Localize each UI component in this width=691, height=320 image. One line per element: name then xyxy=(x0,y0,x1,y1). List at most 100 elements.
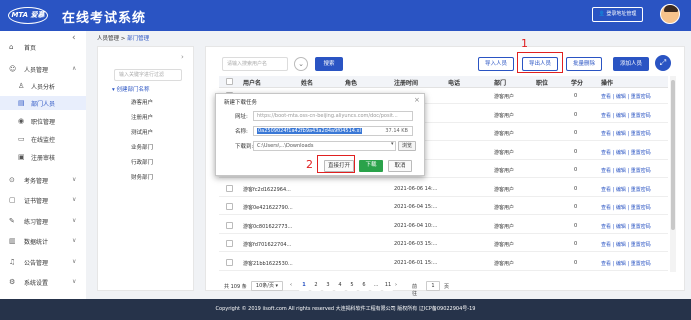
prev-page-icon[interactable]: ‹ xyxy=(290,282,292,288)
page-unit: 页 xyxy=(444,284,450,290)
add-user-button[interactable]: 添加人员 xyxy=(613,57,649,71)
file-size: 37.14 KB xyxy=(385,128,408,134)
cell-credit: 0 xyxy=(574,241,578,247)
tree-filter-input[interactable]: 输入关键字进行过滤 xyxy=(114,69,182,81)
tree-node[interactable]: 业务部门 xyxy=(131,143,153,151)
page-button[interactable]: 4 xyxy=(335,281,345,291)
sidebar-item-4[interactable]: ◉ 职位管理 xyxy=(0,114,86,128)
row-actions[interactable]: 查看 | 编辑 | 重置密码 xyxy=(601,204,651,211)
row-actions[interactable]: 查看 | 编辑 | 重置密码 xyxy=(601,186,651,193)
sidebar-item-1[interactable]: ☺ 人员管理 ∧ xyxy=(0,62,86,76)
cancel-button[interactable]: 取消 xyxy=(388,160,412,172)
next-page-icon[interactable]: › xyxy=(395,282,397,288)
cell-username: 游客fd701622704... xyxy=(243,242,292,248)
tree-node[interactable]: 测试用户 xyxy=(131,128,153,136)
search-input[interactable]: 请输入搜索用户名 xyxy=(222,57,288,71)
row-checkbox[interactable] xyxy=(226,240,233,247)
row-checkbox[interactable] xyxy=(226,203,233,210)
sidebar-item-12[interactable]: ⚙ 系统设置 ∨ xyxy=(0,275,86,289)
tree-node[interactable]: 财务部门 xyxy=(131,173,153,181)
cell-credit: 0 xyxy=(574,259,578,266)
sidebar-item-0[interactable]: ⌂ 首页 xyxy=(0,40,86,54)
import-button[interactable]: 导入人员 xyxy=(478,57,514,71)
cell-register-time: 2021-06-04 15:... xyxy=(394,204,438,210)
row-actions[interactable]: 查看 | 编辑 | 重置密码 xyxy=(601,130,651,137)
cell-register-time: 2021-06-01 15:... xyxy=(394,259,438,266)
row-actions[interactable]: 查看 | 编辑 | 重置密码 xyxy=(601,112,651,119)
marker-2: 2 xyxy=(306,158,313,171)
row-actions[interactable]: 查看 | 编辑 | 重置密码 xyxy=(601,241,651,248)
sidebar-item-label: 练习管理 xyxy=(24,219,49,226)
cell-username: 游客fc2d1622964... xyxy=(243,186,291,193)
marker-1: 1 xyxy=(521,37,528,50)
page-button[interactable]: 5 xyxy=(347,281,357,291)
page-button[interactable]: 6 xyxy=(359,281,369,291)
browse-button[interactable]: 浏览 xyxy=(398,141,416,151)
chevron-right-icon[interactable]: › xyxy=(181,53,184,61)
sidebar-item-10[interactable]: ▥ 数据统计 ∨ xyxy=(0,234,86,248)
search-button[interactable]: 搜索 xyxy=(315,57,343,71)
page-button[interactable]: 3 xyxy=(323,281,333,291)
sidebar-item-5[interactable]: ▭ 在线监控 xyxy=(0,132,86,146)
avatar[interactable] xyxy=(660,4,680,24)
row-actions[interactable]: 查看 | 编辑 | 重置密码 xyxy=(601,260,651,267)
cell-department: 游客用户 xyxy=(494,186,515,193)
row-checkbox[interactable] xyxy=(226,184,233,192)
close-icon[interactable]: × xyxy=(414,96,420,104)
cell-department: 游客用户 xyxy=(494,94,515,100)
row-checkbox[interactable] xyxy=(226,221,233,229)
dialog-title: 新建下载任务 xyxy=(224,100,258,106)
download-button[interactable]: 下载 xyxy=(359,160,383,172)
cell-credit: 0 xyxy=(574,167,578,173)
cell-department: 游客用户 xyxy=(494,205,515,211)
sidebar-item-9[interactable]: ✎ 练习管理 ∨ xyxy=(0,214,86,228)
sidebar-item-label: 证书管理 xyxy=(24,198,49,205)
tree-node[interactable]: 游客用户 xyxy=(131,98,153,106)
chevron-down-icon[interactable]: ▾ xyxy=(391,141,395,151)
login-address-button[interactable]: 👤 登录地址管理 xyxy=(592,7,643,22)
table-row: 游客0e421622790... 2021-06-04 15:... 游客用户 0 查看… xyxy=(219,199,668,215)
select-all-checkbox[interactable] xyxy=(226,78,233,85)
tree-node[interactable]: 注册用户 xyxy=(131,113,153,121)
sidebar-item-2[interactable]: ♙ 人员分析 xyxy=(0,79,86,93)
table-scrollbar[interactable] xyxy=(670,76,676,272)
batch-delete-button[interactable]: 批量删除 xyxy=(566,57,602,71)
row-actions[interactable]: 查看 | 编辑 | 重置密码 xyxy=(601,167,651,174)
sidebar-item-11[interactable]: ♫ 公告管理 ∨ xyxy=(0,255,86,269)
scrollbar-thumb[interactable] xyxy=(671,80,675,230)
download-path-field[interactable]: C:\Users\...\Downloads xyxy=(253,141,396,151)
tree-node[interactable]: 行政部门 xyxy=(131,158,153,166)
sidebar-item-3[interactable]: ▤ 部门人员 xyxy=(0,96,86,110)
sidebar-item-label: 考务管理 xyxy=(24,178,49,185)
page-button[interactable]: 1 xyxy=(299,281,309,291)
chevron-up-icon: ∧ xyxy=(72,65,77,72)
page-size-select[interactable]: 10条/页 ▾ xyxy=(251,281,283,291)
chevron-down-icon[interactable]: ⌄ xyxy=(294,57,308,71)
col-name: 姓名 xyxy=(301,80,314,87)
app-title: 在线考试系统 xyxy=(62,11,147,26)
exam-icon: ⊙ xyxy=(9,176,15,184)
col-actions: 操作 xyxy=(601,80,614,87)
cell-credit: 0 xyxy=(574,93,578,99)
sidebar-item-7[interactable]: ⊙ 考务管理 ∨ xyxy=(0,173,86,187)
sidebar-item-label: 公告管理 xyxy=(24,260,49,267)
row-actions[interactable]: 查看 | 编辑 | 重置密码 xyxy=(601,149,651,156)
cell-department: 游客用户 xyxy=(494,223,515,230)
col-register-time: 注册时间 xyxy=(394,80,419,87)
person-icon: ♙ xyxy=(18,82,25,90)
row-actions[interactable]: 查看 | 编辑 | 重置密码 xyxy=(601,223,651,230)
filename-field[interactable]: 0a2509024f1a42fb9a43a2d4a9f04514.xl 37.1… xyxy=(253,126,413,136)
row-actions[interactable]: 查看 | 编辑 | 重置密码 xyxy=(601,93,651,100)
home-icon: ⌂ xyxy=(9,43,14,51)
goto-input[interactable]: 1 xyxy=(426,281,440,291)
sidebar-item-8[interactable]: ▢ 证书管理 ∨ xyxy=(0,193,86,207)
page-button[interactable]: 2 xyxy=(311,281,321,291)
tree-root[interactable]: ▾ 创建部门名称 xyxy=(112,85,150,93)
row-checkbox[interactable] xyxy=(226,258,233,266)
breadcrumb-parent[interactable]: 人员管理 xyxy=(97,36,119,42)
url-field[interactable]: https://boot-mta.oss-cn-beijing.aliyuncs… xyxy=(253,111,413,121)
fullscreen-icon[interactable]: ⤢ xyxy=(655,55,671,71)
sidebar-item-6[interactable]: ▣ 注册审核 xyxy=(0,150,86,164)
page-button[interactable]: 11 xyxy=(383,281,393,291)
page-button[interactable]: ... xyxy=(371,281,381,291)
